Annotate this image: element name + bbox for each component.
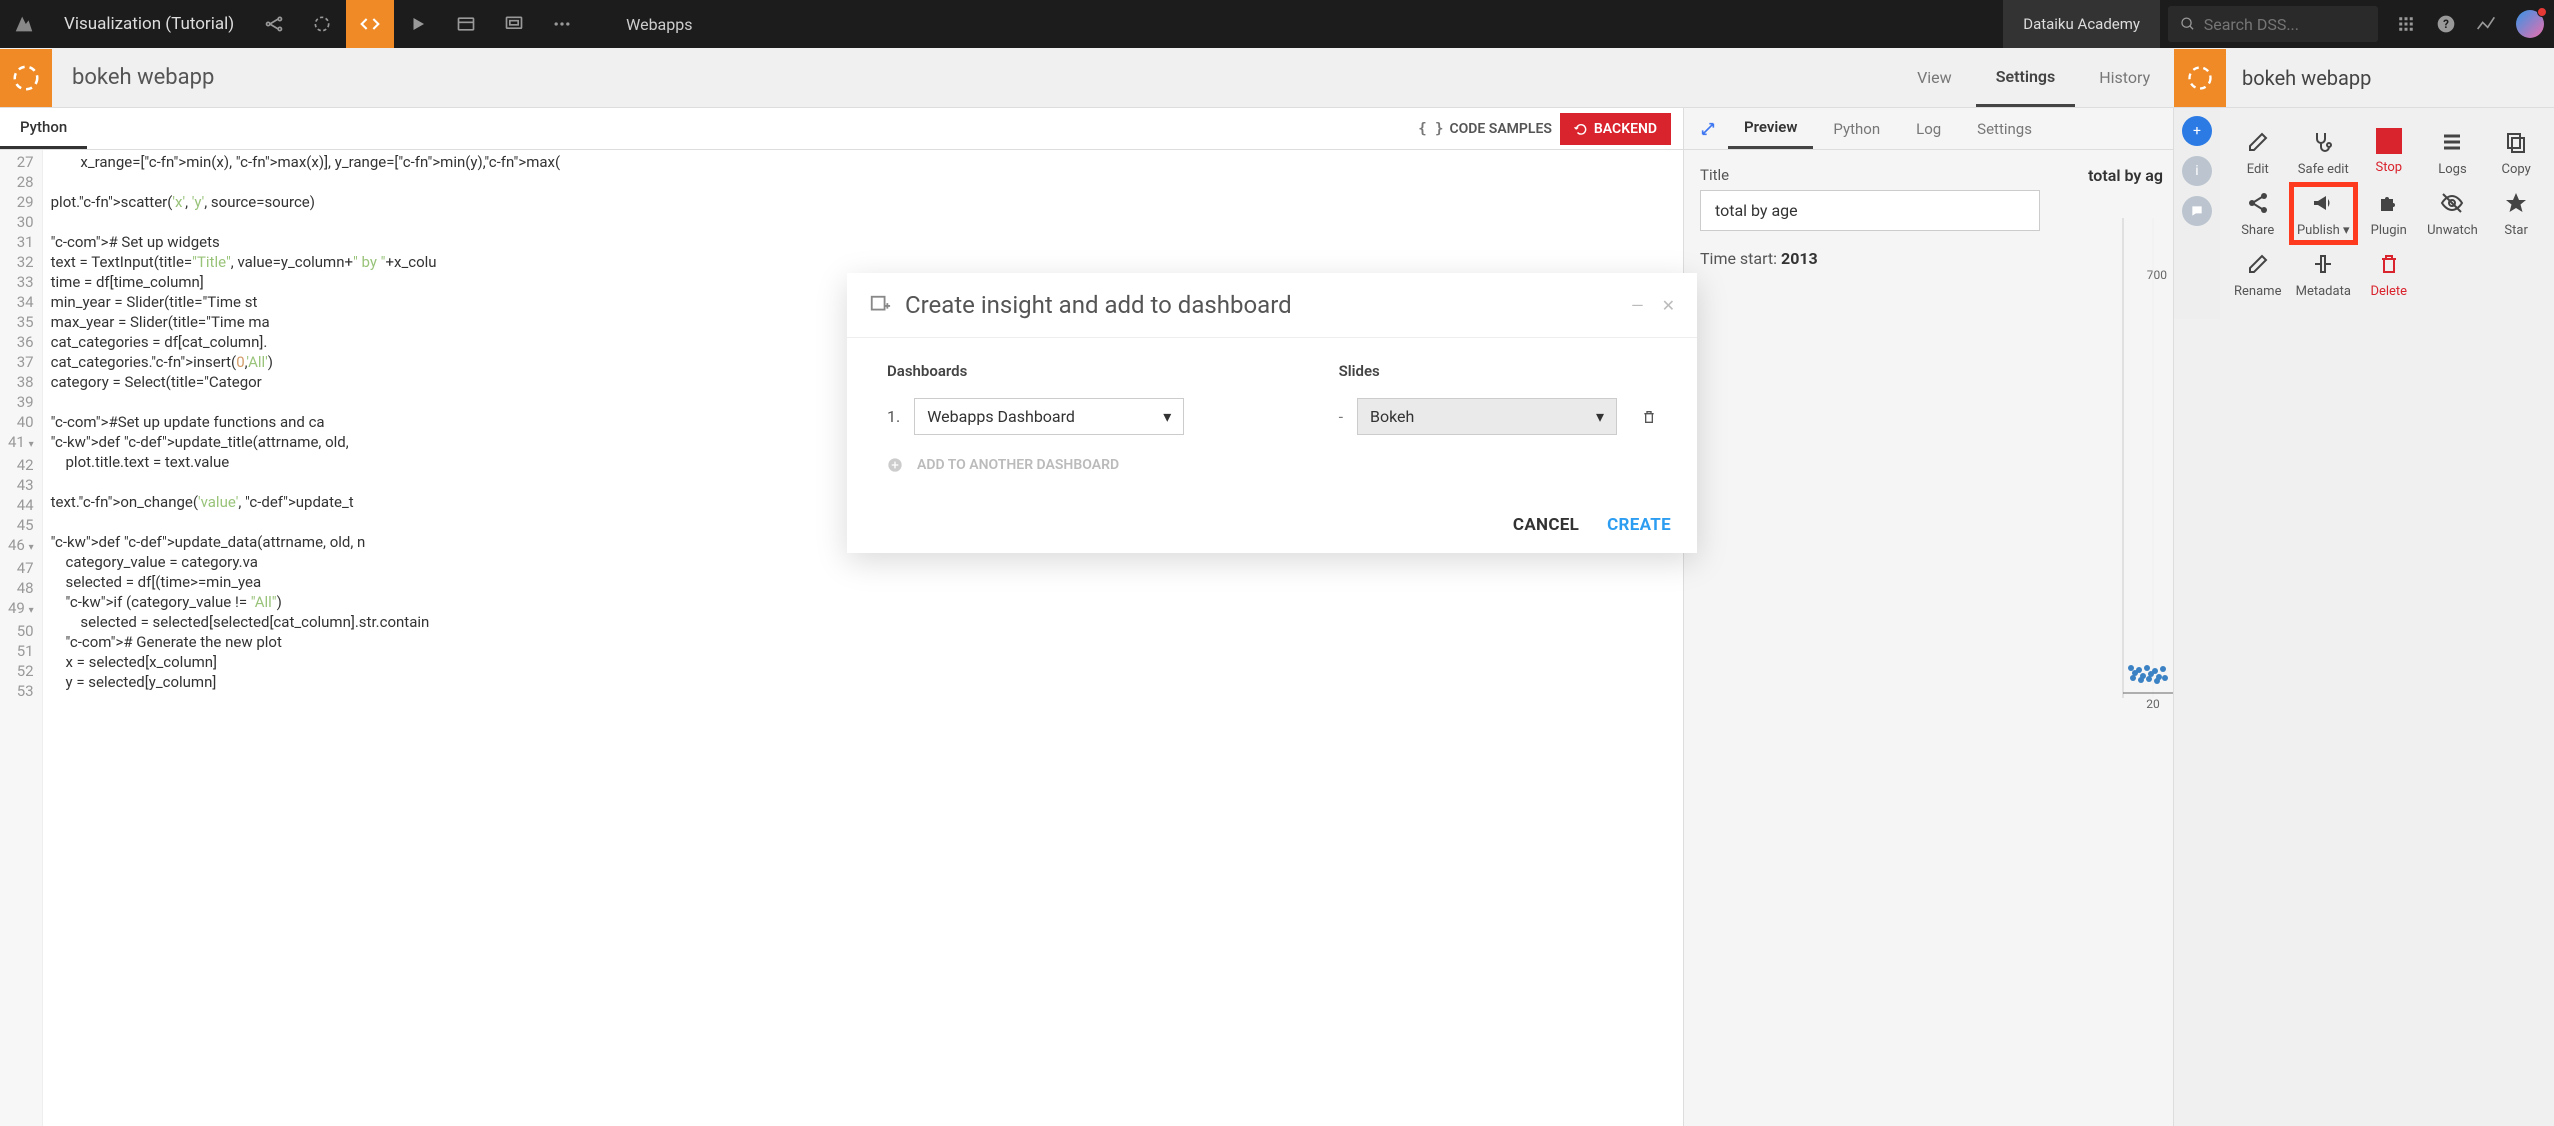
preview-pane: Preview Python Log Settings Title Time s…: [1684, 108, 2174, 1126]
academy-link[interactable]: Dataiku Academy: [2003, 0, 2160, 48]
more-icon[interactable]: [538, 0, 586, 48]
preview-tab-preview[interactable]: Preview: [1728, 108, 1813, 149]
action-star[interactable]: Star: [2486, 185, 2546, 242]
global-search[interactable]: [2168, 6, 2378, 42]
play-icon[interactable]: [394, 0, 442, 48]
svg-text:20: 20: [2146, 697, 2160, 711]
strip-info-icon[interactable]: i: [2182, 156, 2212, 186]
tab-history[interactable]: History: [2079, 50, 2170, 105]
dashboards-label: Dashboards: [887, 362, 1299, 380]
tab-view[interactable]: View: [1897, 50, 1972, 105]
remove-row-button[interactable]: [1641, 409, 1657, 425]
preview-tab-log[interactable]: Log: [1900, 110, 1957, 148]
search-icon: [2180, 15, 2196, 33]
puzzle-icon: [2377, 189, 2401, 217]
backend-button[interactable]: BACKEND: [1560, 113, 1671, 145]
megaphone-icon: [2311, 189, 2335, 217]
action-delete[interactable]: Delete: [2359, 246, 2419, 303]
action-share[interactable]: Share: [2228, 185, 2288, 242]
row-number: 1.: [887, 407, 900, 426]
row-separator: -: [1339, 407, 1343, 426]
stop-icon: [2376, 128, 2402, 154]
project-title[interactable]: Visualization (Tutorial): [48, 14, 250, 34]
global-topbar: Visualization (Tutorial) Webapps Dataiku…: [0, 0, 2554, 48]
plus-circle-icon: [887, 457, 903, 473]
tab-settings[interactable]: Settings: [1976, 49, 2076, 107]
help-icon[interactable]: ?: [2426, 0, 2466, 48]
strip-add-icon[interactable]: +: [2182, 116, 2212, 146]
star-icon: [2504, 189, 2528, 217]
dashboard-insert-icon: [869, 294, 891, 316]
action-safe-edit[interactable]: Safe edit: [2292, 124, 2355, 181]
webapp-title: bokeh webapp: [52, 65, 234, 90]
search-input[interactable]: [2204, 15, 2366, 34]
editor-pane: Python { } CODE SAMPLES BACKEND 27282930…: [0, 108, 1684, 1126]
action-metadata[interactable]: Metadata: [2292, 246, 2355, 303]
metadata-icon: [2311, 250, 2335, 278]
dataiku-logo-icon[interactable]: [0, 0, 48, 48]
preview-tab-python[interactable]: Python: [1817, 110, 1896, 148]
action-stop[interactable]: Stop: [2359, 124, 2419, 181]
action-unwatch[interactable]: Unwatch: [2423, 185, 2483, 242]
chevron-down-icon: ▾: [1163, 407, 1171, 426]
refresh-icon: [1574, 122, 1588, 136]
close-icon[interactable]: ✕: [1662, 296, 1675, 315]
create-button[interactable]: CREATE: [1607, 515, 1671, 535]
rightbar-title: bokeh webapp: [2226, 66, 2387, 90]
section-label: Webapps: [586, 15, 732, 34]
webapp-subheader: bokeh webapp View Settings History REFRE…: [0, 48, 2554, 108]
action-publish[interactable]: Publish ▾: [2292, 185, 2355, 242]
strip-chat-icon[interactable]: [2182, 196, 2212, 226]
user-avatar[interactable]: [2516, 10, 2544, 38]
copy-icon: [2504, 128, 2528, 156]
pencil-icon: [2246, 250, 2270, 278]
modal-title: Create insight and add to dashboard: [905, 291, 1292, 319]
chevron-down-icon: ▾: [1596, 407, 1604, 426]
slide-select[interactable]: Bokeh ▾: [1357, 398, 1617, 435]
eye-off-icon: [2440, 189, 2464, 217]
apps-icon[interactable]: [2386, 0, 2426, 48]
webapp-logo-icon: [0, 49, 52, 107]
flow-icon[interactable]: [250, 0, 298, 48]
expand-icon[interactable]: [1692, 121, 1724, 137]
circle-icon[interactable]: [298, 0, 346, 48]
preview-tab-settings[interactable]: Settings: [1961, 110, 2048, 148]
minimize-icon[interactable]: —: [1631, 296, 1644, 315]
screen-icon[interactable]: [490, 0, 538, 48]
action-copy[interactable]: Copy: [2486, 124, 2546, 181]
svg-text:?: ?: [2443, 17, 2449, 31]
action-plugin[interactable]: Plugin: [2359, 185, 2419, 242]
cancel-button[interactable]: CANCEL: [1513, 515, 1579, 535]
editor-tab-python[interactable]: Python: [0, 108, 87, 149]
stethoscope-icon: [2311, 128, 2335, 156]
preview-chart-title: total by ag: [2088, 166, 2163, 185]
edit-icon: [2246, 128, 2270, 156]
preview-title-input[interactable]: [1700, 190, 2040, 231]
action-logs[interactable]: Logs: [2423, 124, 2483, 181]
card-icon[interactable]: [442, 0, 490, 48]
action-edit[interactable]: Edit: [2228, 124, 2288, 181]
trash-icon: [2377, 250, 2401, 278]
logs-icon: [2440, 128, 2464, 156]
code-icon[interactable]: [346, 0, 394, 48]
rightbar-logo-icon: [2174, 49, 2226, 107]
chart-area: 20: [2083, 198, 2173, 718]
publish-modal: Create insight and add to dashboard — ✕ …: [847, 273, 1697, 553]
notification-dot: [2537, 7, 2547, 17]
right-sidebar: bokeh webapp + i Edit Safe edit Stop Log…: [2174, 108, 2554, 1126]
share-icon: [2246, 189, 2270, 217]
dashboard-select[interactable]: Webapps Dashboard ▾: [914, 398, 1184, 435]
action-rename[interactable]: Rename: [2228, 246, 2288, 303]
code-samples-button[interactable]: { } CODE SAMPLES: [1418, 121, 1552, 137]
slides-label: Slides: [1339, 362, 1657, 380]
activity-icon[interactable]: [2466, 0, 2506, 48]
add-another-dashboard[interactable]: ADD TO ANOTHER DASHBOARD: [887, 457, 1657, 473]
